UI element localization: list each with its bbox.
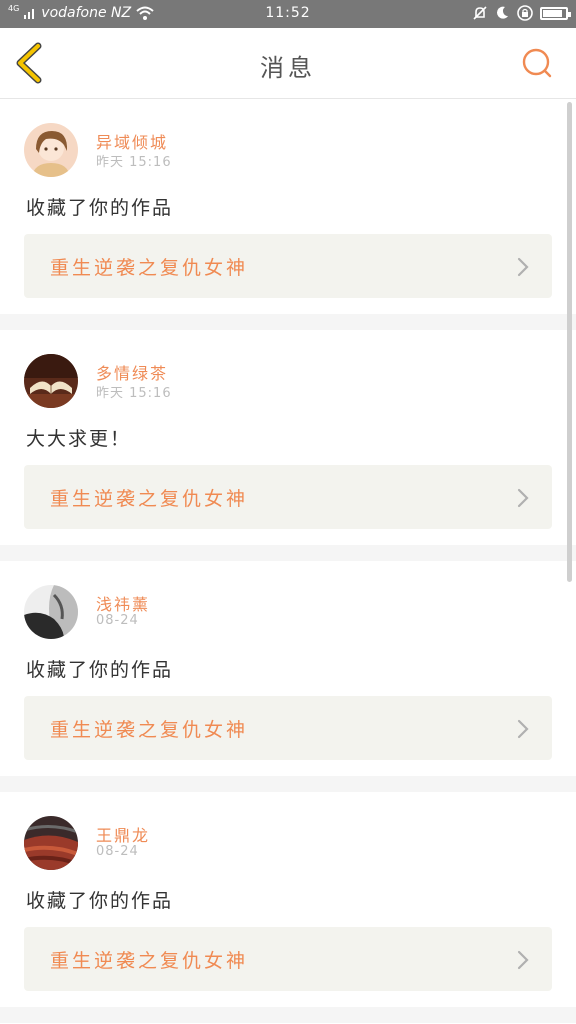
avatar[interactable] <box>24 123 78 177</box>
timestamp: 昨天 15:16 <box>96 386 172 401</box>
message-text: 收藏了你的作品 <box>26 890 174 912</box>
battery-icon <box>540 6 571 20</box>
notification-muted-icon <box>473 6 487 20</box>
work-title: 重生逆袭之复仇女神 <box>50 488 249 510</box>
user-name[interactable]: 王鼎龙 <box>96 822 150 846</box>
user-name[interactable]: 多情绿茶 <box>96 360 168 384</box>
avatar[interactable] <box>24 816 78 870</box>
work-title: 重生逆袭之复仇女神 <box>50 719 249 741</box>
nav-bar: 消息 <box>0 28 576 99</box>
timestamp: 08-24 <box>96 844 139 859</box>
message-text: 收藏了你的作品 <box>26 659 174 681</box>
notification-card: 浅祎薰 08-24 收藏了你的作品 重生逆袭之复仇女神 <box>0 561 576 776</box>
status-right <box>472 4 571 22</box>
avatar[interactable] <box>24 354 78 408</box>
moon-icon <box>497 6 508 19</box>
timestamp: 08-24 <box>96 613 139 628</box>
work-title: 重生逆袭之复仇女神 <box>50 257 249 279</box>
rotation-lock-icon <box>517 5 533 21</box>
chevron-right-icon <box>517 950 529 970</box>
avatar[interactable] <box>24 585 78 639</box>
notification-card: 多情绿茶 昨天 15:16 大大求更！ 重生逆袭之复仇女神 <box>0 330 576 545</box>
notification-card: 王鼎龙 08-24 收藏了你的作品 重生逆袭之复仇女神 <box>0 792 576 1007</box>
chevron-right-icon <box>517 257 529 277</box>
card-separator <box>0 545 576 561</box>
notification-card: 异域倾城 昨天 15:16 收藏了你的作品 重生逆袭之复仇女神 <box>0 99 576 314</box>
timestamp: 昨天 15:16 <box>96 155 172 170</box>
card-separator <box>0 1007 576 1023</box>
work-link[interactable]: 重生逆袭之复仇女神 <box>24 927 552 991</box>
scrollbar[interactable] <box>567 102 572 582</box>
work-link[interactable]: 重生逆袭之复仇女神 <box>24 696 552 760</box>
status-bar: 4G vodafone NZ 11:52 <box>0 0 576 28</box>
search-icon <box>522 48 552 78</box>
notification-list: 异域倾城 昨天 15:16 收藏了你的作品 重生逆袭之复仇女神 多情绿茶 昨天 … <box>0 99 576 1023</box>
work-link[interactable]: 重生逆袭之复仇女神 <box>24 234 552 298</box>
card-separator <box>0 314 576 330</box>
work-link[interactable]: 重生逆袭之复仇女神 <box>24 465 552 529</box>
chevron-right-icon <box>517 719 529 739</box>
chevron-right-icon <box>517 488 529 508</box>
user-name[interactable]: 浅祎薰 <box>96 591 150 615</box>
message-text: 大大求更！ <box>26 428 132 450</box>
card-separator <box>0 776 576 792</box>
page-title: 消息 <box>260 54 316 82</box>
search-button[interactable] <box>520 46 554 80</box>
message-text: 收藏了你的作品 <box>26 197 174 219</box>
work-title: 重生逆袭之复仇女神 <box>50 950 249 972</box>
user-name[interactable]: 异域倾城 <box>96 129 168 153</box>
